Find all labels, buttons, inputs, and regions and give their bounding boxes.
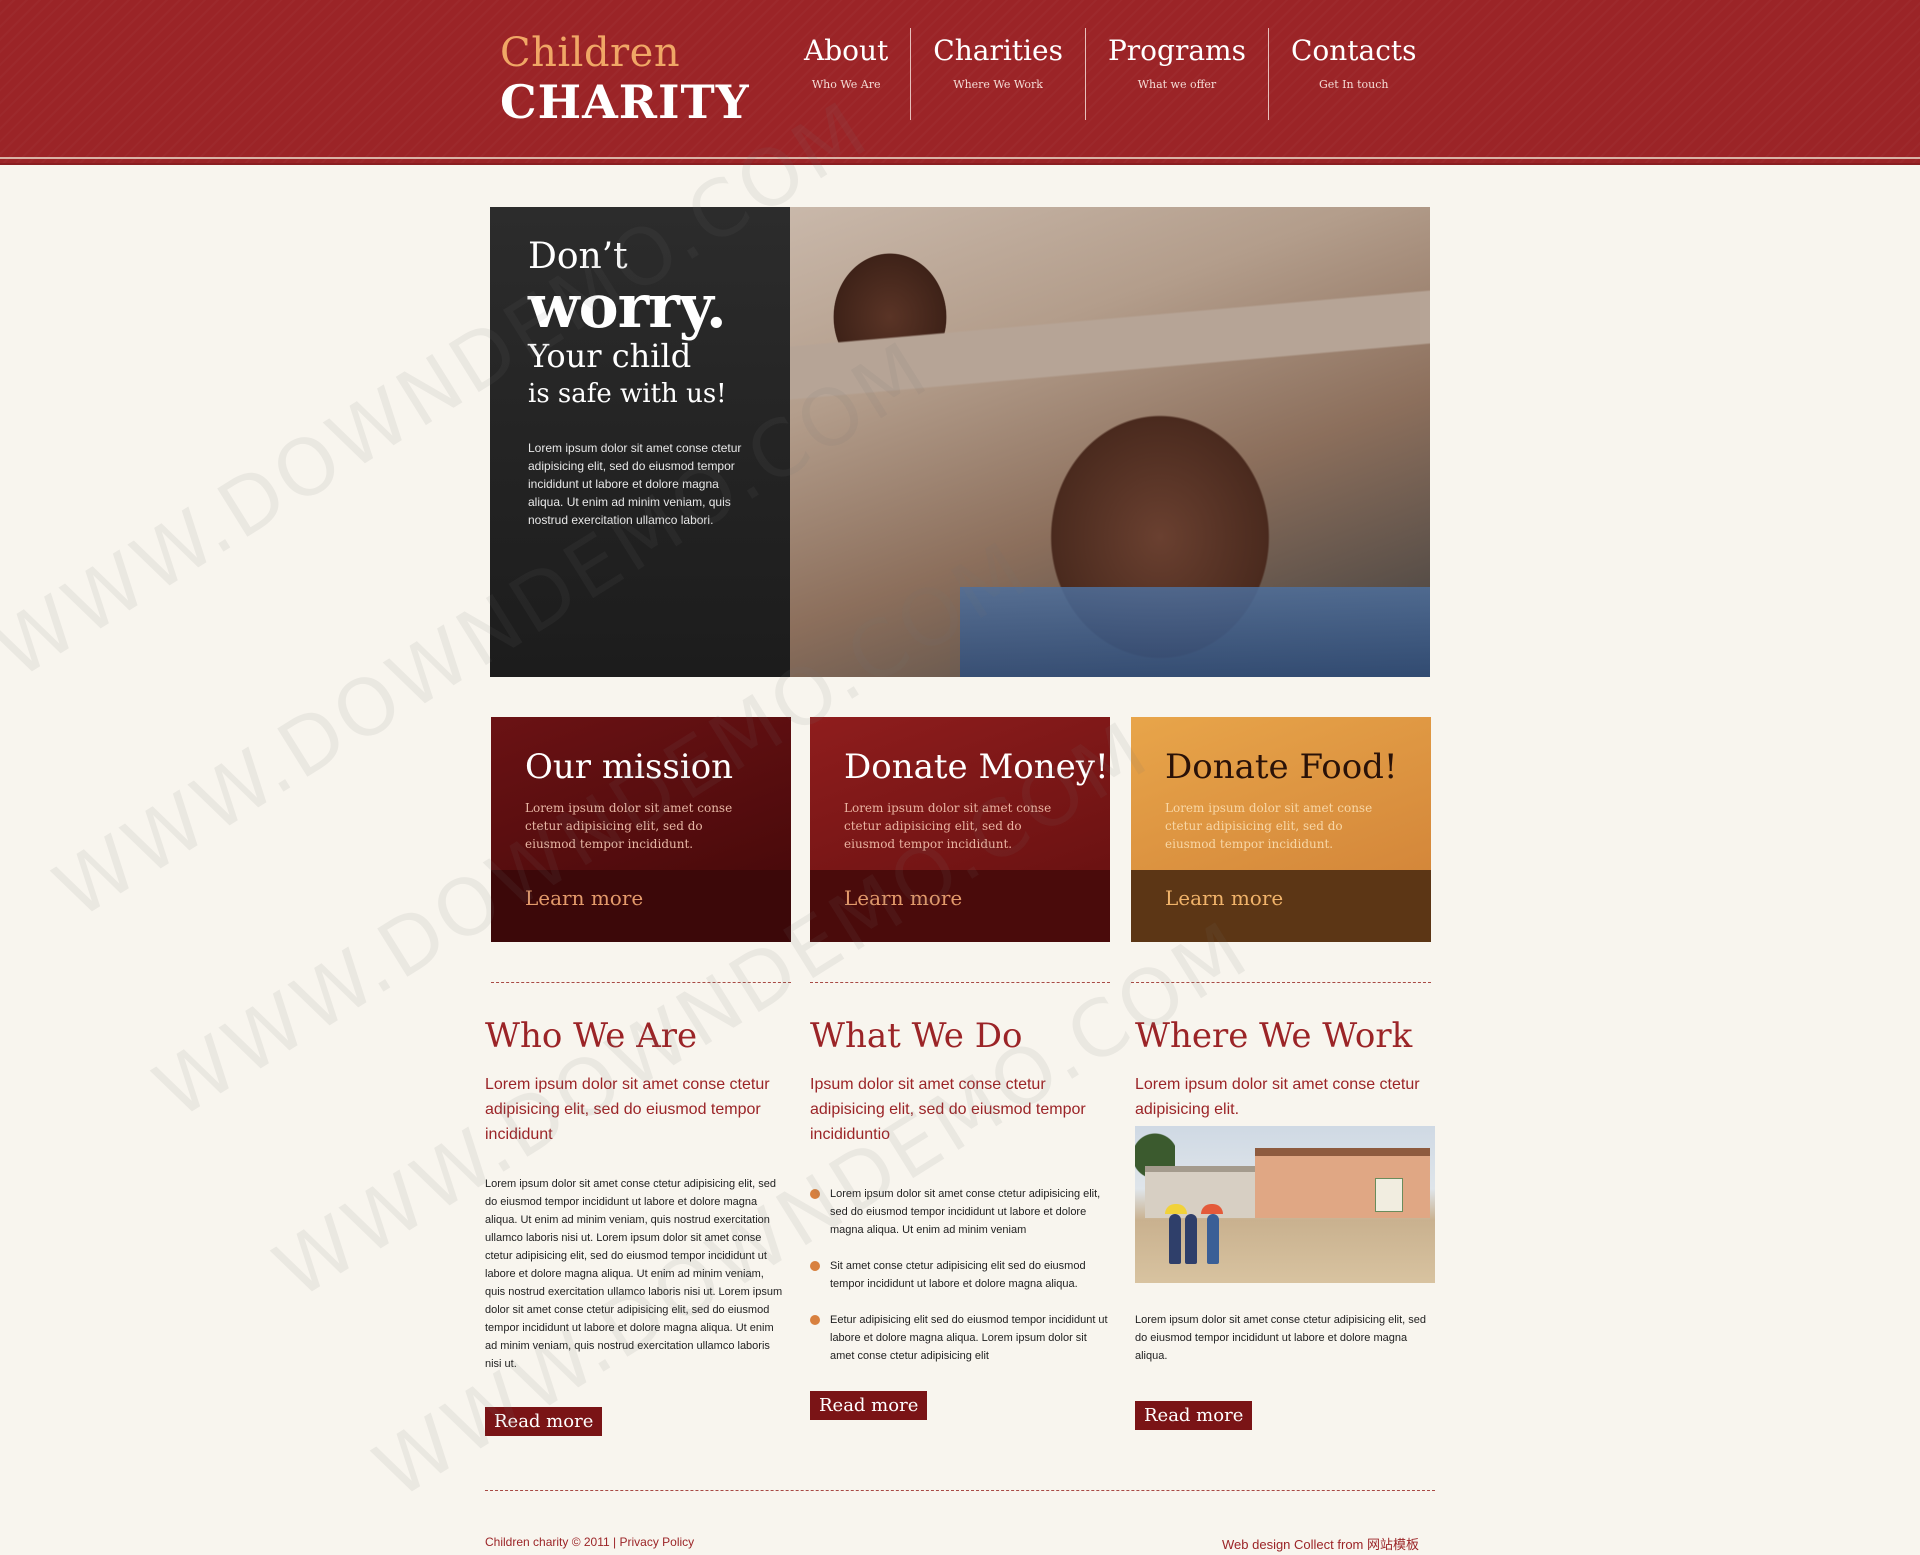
list-item-text: Sit amet conse ctetur adipisicing elit s… (830, 1260, 1086, 1290)
footer-divider (485, 1490, 1435, 1491)
school-photo (1135, 1126, 1435, 1283)
list-item-text: Lorem ipsum dolor sit amet conse ctetur … (830, 1188, 1101, 1236)
photo-child (1185, 1214, 1197, 1264)
hero-banner: Don’t worry. Your child is safe with us!… (490, 207, 1430, 677)
list-item-text: Eetur adipisicing elit sed do eiusmod te… (830, 1314, 1108, 1362)
hero-text-panel: Don’t worry. Your child is safe with us!… (490, 207, 790, 677)
bullet-list: Lorem ipsum dolor sit amet conse ctetur … (810, 1185, 1110, 1365)
divider (491, 982, 791, 983)
learn-more-link[interactable]: Learn more (1165, 886, 1283, 910)
nav-item-charities[interactable]: Charities Where We Work (910, 28, 1085, 120)
hero-description: Lorem ipsum dolor sit amet conse ctetur … (528, 441, 742, 527)
photo-child (1207, 1214, 1219, 1264)
hero-heading-line-4: is safe with us! (528, 379, 727, 409)
hero-heading-line-2: worry. (528, 272, 727, 342)
section-title: Who We Are (485, 1016, 698, 1056)
box-text: Lorem ipsum dolor sit amet conse ctetur … (844, 801, 1052, 851)
box-title: Donate Money! (844, 747, 1109, 787)
box-donate-food[interactable]: Donate Food! Lorem ipsum dolor sit amet … (1131, 717, 1431, 942)
photo-sign (1375, 1178, 1403, 1212)
box-text: Lorem ipsum dolor sit amet conse ctetur … (1165, 801, 1373, 851)
site-logo[interactable]: Children CHARITY (500, 30, 750, 128)
box-donate-money[interactable]: Donate Money! Lorem ipsum dolor sit amet… (810, 717, 1110, 942)
logo-line-2: CHARITY (500, 75, 750, 129)
nav-item-programs[interactable]: Programs What we offer (1084, 28, 1268, 120)
nav-item-contacts[interactable]: Contacts Get In touch (1267, 28, 1439, 120)
photo-building (1255, 1148, 1430, 1218)
bullet-icon (810, 1189, 820, 1199)
divider (810, 982, 1110, 983)
section-title: Where We Work (1135, 1016, 1413, 1056)
nav-subtitle: Who We Are (811, 78, 881, 91)
section-where-we-work: Where We Work Lorem ipsum dolor sit amet… (1135, 1012, 1435, 1430)
read-more-button[interactable]: Read more (810, 1391, 928, 1420)
box-text: Lorem ipsum dolor sit amet conse ctetur … (525, 801, 733, 851)
nav-subtitle: Get In touch (1318, 78, 1389, 91)
logo-line-1: Children (500, 30, 681, 76)
bullet-icon (810, 1261, 820, 1271)
learn-more-link[interactable]: Learn more (525, 886, 643, 910)
hero-heading-line-3: Your child (528, 337, 692, 375)
bullet-icon (810, 1315, 820, 1325)
site-header: Children CHARITY About Who We Are Charit… (0, 0, 1920, 165)
box-footer: Learn more (1131, 870, 1431, 942)
box-footer: Learn more (491, 870, 791, 942)
footer-credit[interactable]: Web design Collect from 网站模板 (1222, 1534, 1419, 1553)
section-title: What We Do (810, 1016, 1023, 1056)
photo-building (1145, 1166, 1255, 1218)
box-footer: Learn more (810, 870, 1110, 942)
hero-photo-shirt (960, 587, 1430, 677)
learn-more-link[interactable]: Learn more (844, 886, 962, 910)
photo-child (1169, 1214, 1181, 1264)
privacy-policy-link[interactable]: Privacy Policy (619, 1535, 694, 1549)
list-item: Eetur adipisicing elit sed do eiusmod te… (810, 1311, 1110, 1365)
section-body: Lorem ipsum dolor sit amet conse ctetur … (485, 1178, 783, 1370)
section-who-we-are: Who We Are Lorem ipsum dolor sit amet co… (485, 1012, 785, 1436)
section-lead: Lorem ipsum dolor sit amet conse ctetur … (1135, 1076, 1420, 1118)
nav-subtitle: What we offer (1137, 78, 1217, 91)
section-what-we-do: What We Do Ipsum dolor sit amet conse ct… (810, 1012, 1110, 1420)
section-lead: Ipsum dolor sit amet conse ctetur adipis… (810, 1076, 1086, 1143)
box-content: Donate Food! Lorem ipsum dolor sit amet … (1131, 717, 1431, 870)
nav-title: Charities (933, 34, 1063, 67)
section-body: Lorem ipsum dolor sit amet conse ctetur … (1135, 1314, 1427, 1362)
read-more-button[interactable]: Read more (1135, 1401, 1253, 1430)
box-title: Our mission (525, 747, 734, 787)
copyright-text: Children charity © 2011 | (485, 1535, 617, 1549)
footer-copyright: Children charity © 2011 | Privacy Policy (485, 1535, 694, 1549)
list-item: Sit amet conse ctetur adipisicing elit s… (810, 1257, 1110, 1293)
box-our-mission[interactable]: Our mission Lorem ipsum dolor sit amet c… (491, 717, 791, 942)
box-content: Our mission Lorem ipsum dolor sit amet c… (491, 717, 791, 870)
main-nav: About Who We Are Charities Where We Work… (782, 28, 1439, 120)
box-content: Donate Money! Lorem ipsum dolor sit amet… (810, 717, 1110, 870)
nav-item-about[interactable]: About Who We Are (782, 28, 910, 120)
nav-title: Contacts (1290, 34, 1417, 67)
list-item: Lorem ipsum dolor sit amet conse ctetur … (810, 1185, 1110, 1239)
section-lead: Lorem ipsum dolor sit amet conse ctetur … (485, 1076, 770, 1143)
nav-title: Programs (1107, 34, 1246, 67)
nav-title: About (804, 34, 889, 67)
nav-subtitle: Where We Work (953, 78, 1043, 91)
hero-heading-line-1: Don’t (528, 236, 628, 277)
read-more-button[interactable]: Read more (485, 1407, 603, 1436)
box-title: Donate Food! (1165, 747, 1398, 787)
divider (1131, 982, 1431, 983)
hero-photo-arm (790, 277, 1430, 417)
